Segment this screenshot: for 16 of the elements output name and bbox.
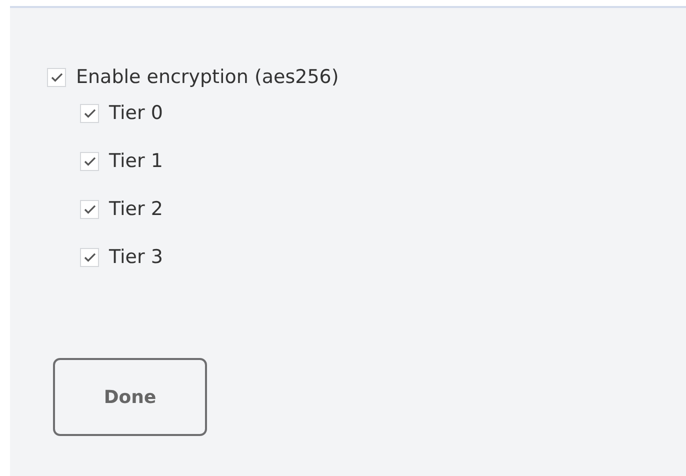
checkbox-label: Enable encryption (aes256) (76, 66, 339, 88)
tier-checkbox[interactable]: Tier 1 (80, 148, 686, 174)
checkbox-label: Tier 1 (109, 150, 163, 172)
tier-checkbox[interactable]: Tier 3 (80, 244, 686, 270)
done-button[interactable]: Done (53, 358, 207, 436)
checkbox[interactable] (80, 104, 99, 122)
checkbox[interactable] (80, 248, 99, 266)
checkbox[interactable] (47, 68, 66, 86)
checkbox[interactable] (80, 200, 99, 218)
tier-checkbox[interactable]: Tier 2 (80, 196, 686, 222)
checkbox-label: Tier 3 (109, 246, 163, 268)
checkbox-label: Tier 0 (109, 102, 163, 124)
checkbox[interactable] (80, 152, 99, 170)
encryption-checkbox[interactable]: Enable encryption (aes256) (47, 64, 686, 90)
checkbox-label: Tier 2 (109, 198, 163, 220)
tier-checkbox[interactable]: Tier 0 (80, 100, 686, 126)
